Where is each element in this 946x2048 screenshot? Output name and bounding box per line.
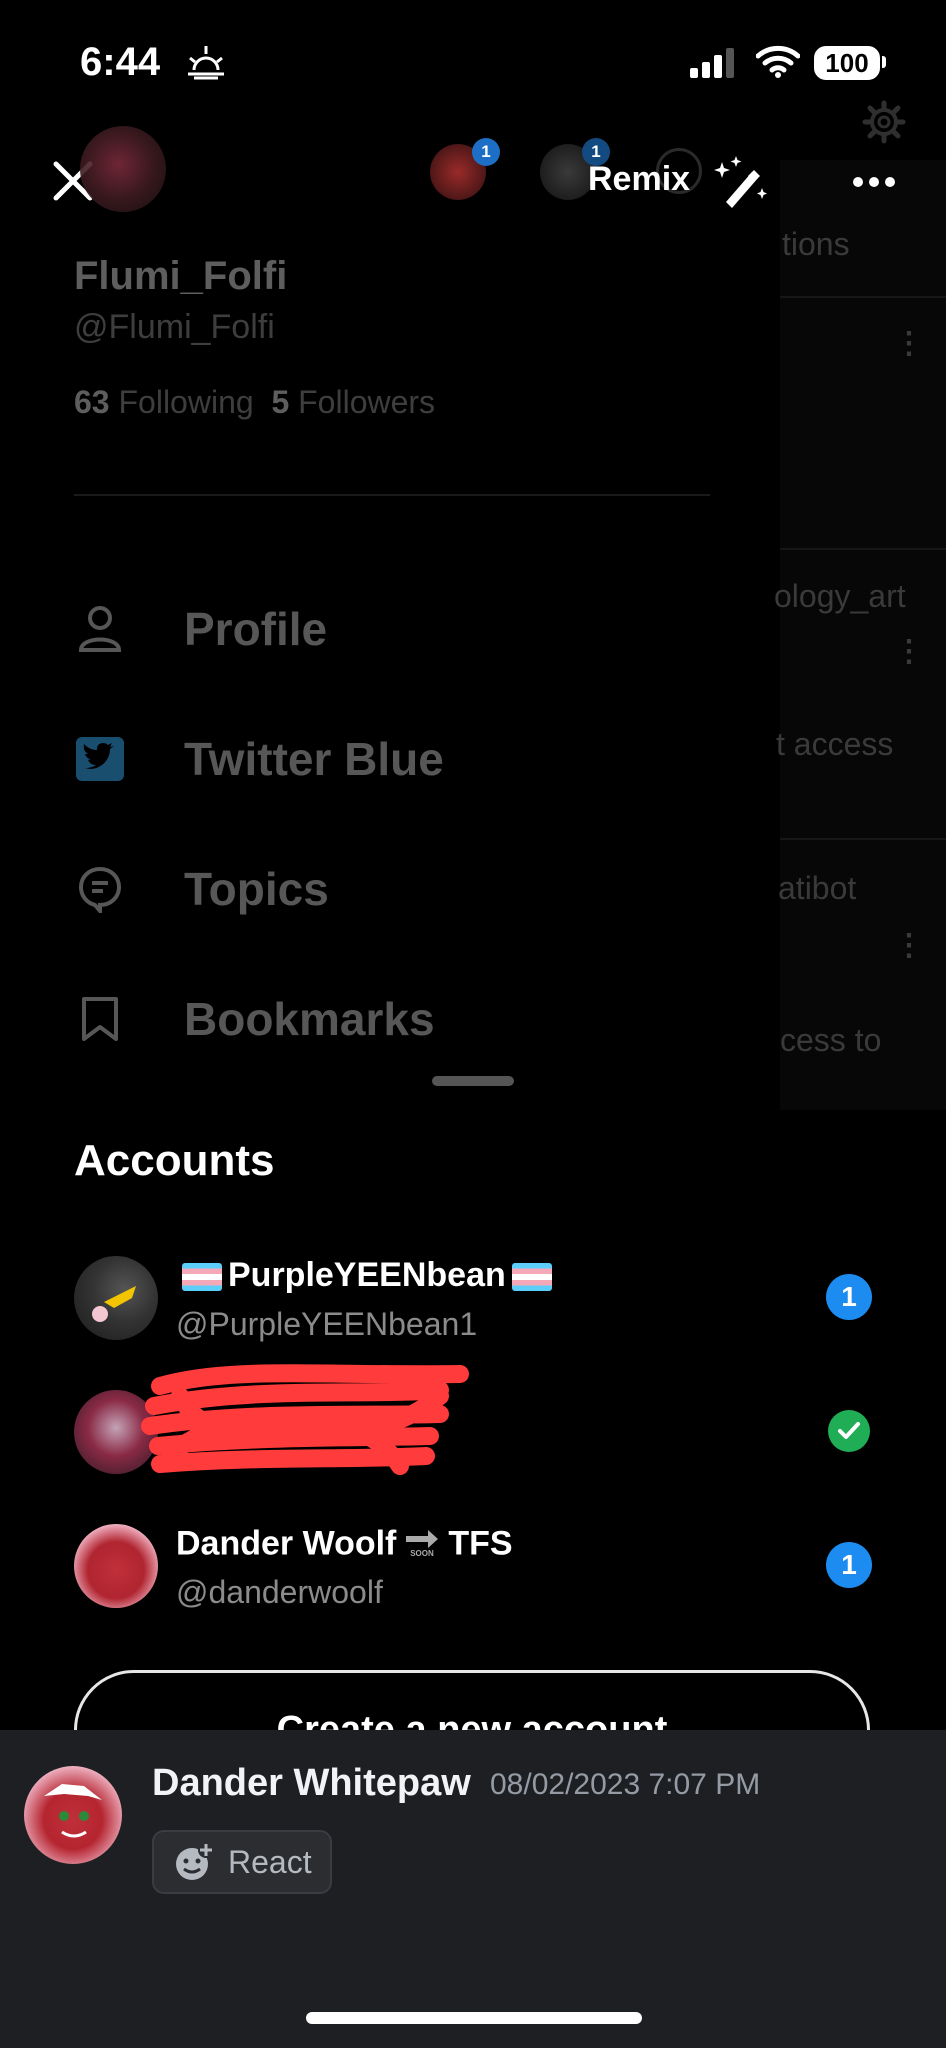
- wifi-icon: [756, 45, 800, 78]
- trans-flag-icon: [182, 1263, 222, 1292]
- menu-item-bookmarks[interactable]: Bookmarks: [74, 984, 435, 1054]
- background-more-icon: ⋮: [894, 635, 924, 668]
- profile-avatar[interactable]: [80, 126, 166, 212]
- followers-label[interactable]: Followers: [298, 384, 435, 420]
- account-avatar-art: [92, 1286, 136, 1322]
- account-name[interactable]: PurpleYEENbean: [176, 1256, 558, 1295]
- more-options-icon[interactable]: [852, 176, 896, 188]
- accounts-title: Accounts: [74, 1136, 275, 1185]
- add-reaction-icon: [176, 1842, 214, 1880]
- message-timestamp: 08/02/2023 7:07 PM: [490, 1768, 761, 1801]
- background-snippet: atibot: [778, 870, 857, 906]
- redaction-scribble: [141, 1364, 469, 1475]
- background-divider: [780, 296, 946, 298]
- react-label: React: [228, 1843, 312, 1880]
- signal-icon: [690, 48, 734, 78]
- background-snippet: cess to: [780, 1022, 882, 1058]
- menu-label: Twitter Blue: [184, 733, 444, 785]
- author-avatar-art: [44, 1784, 102, 1838]
- person-icon: [74, 603, 126, 655]
- gear-icon[interactable]: [862, 100, 906, 144]
- menu-label: Profile: [184, 603, 328, 655]
- account-handle: @PurpleYEENbean1: [176, 1306, 478, 1342]
- bookmark-icon: [74, 993, 126, 1045]
- background-divider: [780, 838, 946, 840]
- battery-nub: [882, 56, 886, 68]
- soon-arrow-icon: SOON: [404, 1524, 440, 1567]
- notification-badge: 1: [826, 1542, 872, 1588]
- sheet-drag-handle[interactable]: [432, 1076, 514, 1086]
- magic-wand-icon[interactable]: [712, 154, 768, 210]
- svg-text:SOON: SOON: [411, 1549, 435, 1558]
- notification-badge: 1: [826, 1274, 872, 1320]
- notification-badge: 1: [472, 138, 500, 166]
- background-divider: [780, 548, 946, 550]
- topics-icon: [74, 863, 126, 915]
- remix-label[interactable]: Remix: [588, 160, 690, 199]
- profile-divider: [74, 494, 710, 496]
- profile-handle: @Flumi_Folfi: [74, 308, 275, 346]
- account-name[interactable]: Dander Woolf SOON TFS: [176, 1524, 513, 1567]
- status-time: 6:44: [80, 40, 161, 84]
- message-author-name[interactable]: Dander Whitepaw: [152, 1762, 471, 1805]
- profile-display-name: Flumi_Folfi: [74, 254, 288, 298]
- menu-item-topics[interactable]: Topics: [74, 854, 329, 924]
- menu-label: Topics: [184, 863, 329, 915]
- menu-item-profile[interactable]: Profile: [74, 594, 327, 664]
- home-indicator[interactable]: [306, 2012, 642, 2024]
- twitter-blue-icon: [74, 733, 126, 785]
- following-count[interactable]: 63: [74, 384, 110, 420]
- message-author-avatar[interactable]: [24, 1766, 122, 1864]
- background-more-icon: ⋮: [894, 327, 924, 360]
- sunrise-icon: [188, 46, 224, 80]
- active-account-check-icon: [828, 1410, 870, 1452]
- background-snippet: ology_art: [774, 578, 906, 614]
- following-label[interactable]: Following: [118, 384, 253, 420]
- react-button[interactable]: React: [152, 1830, 332, 1894]
- menu-label: Bookmarks: [184, 993, 435, 1045]
- background-snippet: tions: [782, 226, 850, 262]
- followers-count[interactable]: 5: [271, 384, 289, 420]
- follow-stats: 63 Following 5 Followers: [74, 384, 435, 421]
- trans-flag-icon: [511, 1263, 552, 1292]
- account-avatar[interactable]: [74, 1524, 158, 1608]
- account-handle: @danderwoolf: [176, 1574, 383, 1610]
- account-avatar[interactable]: [74, 1256, 158, 1340]
- discord-message-panel: [0, 1730, 946, 2048]
- background-snippet: t access: [776, 726, 894, 762]
- battery-indicator: 100: [814, 46, 880, 80]
- background-more-icon: ⋮: [894, 929, 924, 962]
- menu-item-twitter-blue[interactable]: Twitter Blue: [74, 724, 444, 794]
